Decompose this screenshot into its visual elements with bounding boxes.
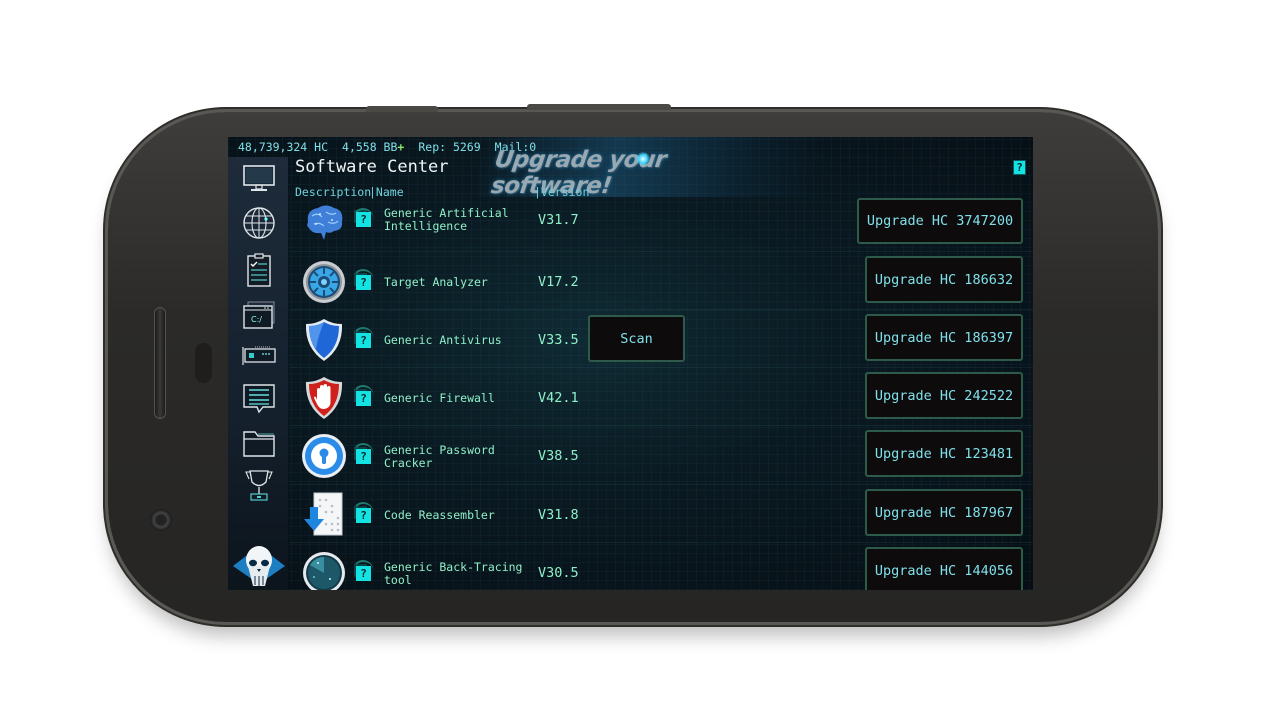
- upgrade-button[interactable]: Upgrade HC 123481: [865, 430, 1023, 477]
- upgrade-button[interactable]: Upgrade HC 144056: [865, 547, 1023, 590]
- radar-icon: [303, 552, 345, 590]
- help-button[interactable]: ?: [356, 449, 371, 464]
- sidebar-item-hardware[interactable]: [240, 336, 278, 374]
- software-name: Generic Back-Tracing tool: [384, 560, 523, 587]
- software-version: V31.8: [538, 507, 579, 523]
- software-version: V42.1: [538, 390, 579, 406]
- sidebar-item-world[interactable]: [240, 204, 278, 242]
- sidebar: C:/: [228, 157, 288, 590]
- upgrade-button[interactable]: Upgrade HC 3747200: [857, 198, 1023, 244]
- software-version: V30.5: [538, 565, 579, 581]
- help-button[interactable]: ?: [356, 566, 371, 581]
- hardware-card-icon: [242, 346, 276, 365]
- help-button-page[interactable]: ?: [1013, 160, 1026, 175]
- help-button[interactable]: ?: [356, 333, 371, 348]
- column-header-name: |Name: [369, 185, 404, 199]
- software-row-target-analyzer: ? Target Analyzer V17.2 Upgrade HC 18663…: [290, 253, 1033, 311]
- software-name: Generic Artificial Intelligence: [384, 206, 509, 233]
- brain-icon: [307, 205, 343, 240]
- trophy-icon: [245, 470, 273, 501]
- monitor-icon: [243, 165, 275, 191]
- game-screen: 48,739,324 HC 4,558 BB+ Rep: 5269 Mail:0…: [228, 137, 1033, 590]
- software-name: Generic Password Cracker: [384, 443, 495, 470]
- upgrade-button[interactable]: Upgrade HC 186632: [865, 256, 1023, 303]
- software-name: Generic Antivirus: [384, 333, 502, 347]
- code-download-icon: [304, 492, 343, 536]
- globe-icon: [243, 207, 275, 239]
- help-button[interactable]: ?: [356, 212, 371, 227]
- software-row-firewall: ? Generic Firewall V42.1 Upgrade HC 2425…: [290, 369, 1033, 427]
- software-row-back-tracing: ? Generic Back-Tracing tool V30.5 Upgrad…: [290, 544, 1033, 590]
- help-button[interactable]: ?: [356, 391, 371, 406]
- shield-icon: [305, 319, 343, 361]
- target-analyzer-icon: [303, 261, 345, 303]
- upgrade-button[interactable]: Upgrade HC 186397: [865, 314, 1023, 361]
- sidebar-item-tasks[interactable]: [240, 251, 278, 289]
- reputation: Rep: 5269: [418, 140, 481, 154]
- software-row-ai: ? Generic Artificial Intelligence V31.7 …: [290, 198, 1033, 256]
- keyhole-icon: [302, 434, 346, 478]
- software-version: V33.5: [538, 332, 579, 348]
- sidebar-item-profile[interactable]: [233, 542, 285, 590]
- sidebar-item-achievements[interactable]: [240, 467, 278, 505]
- banner-flare: [636, 152, 650, 166]
- status-bar: 48,739,324 HC 4,558 BB+ Rep: 5269 Mail:0: [238, 140, 536, 156]
- phone-speaker: [154, 307, 166, 419]
- phone-sensor: [195, 343, 212, 383]
- software-version: V38.5: [538, 448, 579, 464]
- chat-icon: [243, 384, 275, 414]
- column-header-description: Description: [295, 185, 372, 199]
- upgrade-button[interactable]: Upgrade HC 242522: [865, 372, 1023, 419]
- folder-icon: [243, 431, 275, 457]
- phone-power-button: [527, 104, 671, 110]
- software-version: V17.2: [538, 274, 579, 290]
- add-bb-icon[interactable]: +: [397, 140, 404, 154]
- help-button[interactable]: ?: [356, 275, 371, 290]
- help-button[interactable]: ?: [356, 508, 371, 523]
- sidebar-item-files[interactable]: [240, 425, 278, 463]
- sidebar-item-terminal[interactable]: C:/: [240, 297, 278, 335]
- software-name: Target Analyzer: [384, 275, 488, 289]
- upgrade-button[interactable]: Upgrade HC 187967: [865, 489, 1023, 536]
- skull-avatar-icon: [233, 546, 285, 586]
- software-name: Generic Firewall: [384, 391, 495, 405]
- terminal-icon: C:/: [243, 301, 275, 329]
- phone-camera: [150, 509, 172, 531]
- scan-button[interactable]: Scan: [588, 315, 685, 362]
- bb-balance: 4,558 BB+: [342, 140, 405, 154]
- software-row-antivirus: ? Generic Antivirus V33.5 Scan Upgrade H…: [290, 311, 1033, 369]
- svg-text:C:/: C:/: [251, 315, 262, 324]
- column-header-version: |Version: [534, 185, 590, 199]
- software-name: Code Reassembler: [384, 508, 495, 522]
- firewall-hand-icon: [305, 377, 343, 419]
- software-row-code-reassembler: ? Code Reassembler V31.8 Upgrade HC 1879…: [290, 486, 1033, 544]
- software-version: V31.7: [538, 212, 579, 228]
- hc-balance: 48,739,324 HC: [238, 140, 329, 154]
- page-title: Software Center: [295, 157, 449, 177]
- software-row-password-cracker: ? Generic Password Cracker V38.5 Upgrade…: [290, 427, 1033, 485]
- sidebar-item-messages[interactable]: [240, 380, 278, 418]
- phone-volume-button: [366, 106, 438, 112]
- clipboard-icon: [247, 253, 271, 287]
- sidebar-item-computer[interactable]: [240, 159, 278, 197]
